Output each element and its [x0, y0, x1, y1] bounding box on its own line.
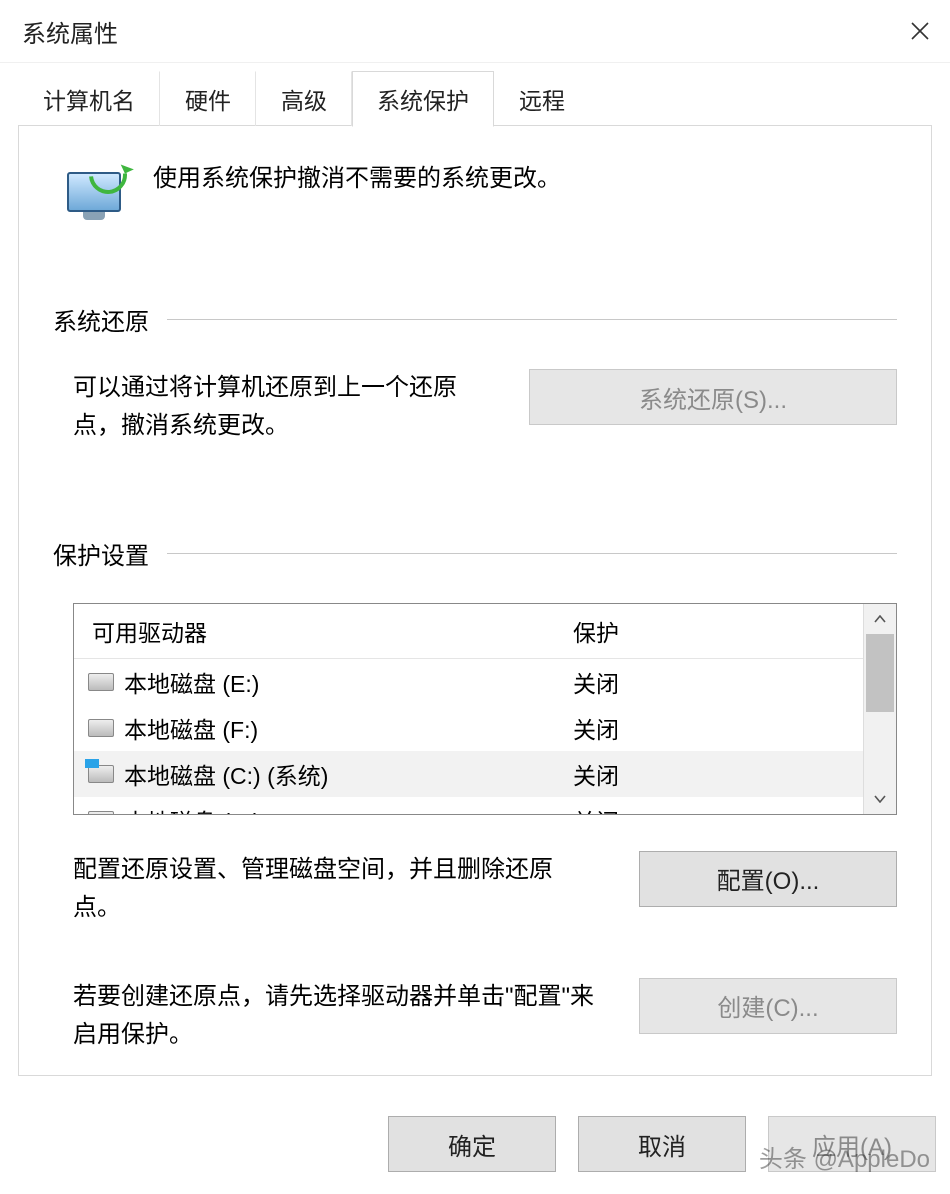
system-restore-button[interactable]: 系统还原(S)... — [529, 369, 897, 425]
dialog-footer: 确定 取消 应用(A) — [0, 1096, 950, 1194]
create-desc: 若要创建还原点，请先选择驱动器并单击"配置"来启用保护。 — [73, 978, 599, 1055]
drive-row[interactable]: 本地磁盘 (F:)关闭 — [74, 705, 863, 751]
section-rule — [167, 553, 897, 554]
drive-row[interactable]: 本地磁盘 (E:)关闭 — [74, 659, 863, 705]
scrollbar-track[interactable] — [864, 634, 896, 784]
column-drive[interactable]: 可用驱动器 — [74, 614, 573, 648]
drive-label: 本地磁盘 (D:) — [124, 803, 573, 814]
apply-button[interactable]: 应用(A) — [768, 1116, 936, 1172]
drive-protection-status: 关闭 — [573, 665, 863, 699]
scrollbar-thumb[interactable] — [866, 634, 894, 712]
tab-strip: 计算机名 硬件 高级 系统保护 远程 — [0, 76, 950, 126]
ok-button[interactable]: 确定 — [388, 1116, 556, 1172]
tab-hardware[interactable]: 硬件 — [160, 71, 256, 126]
drive-row[interactable]: 本地磁盘 (D:)关闭 — [74, 797, 863, 814]
section-title-protection: 保护设置 — [53, 536, 149, 571]
titlebar: 系统属性 — [0, 0, 950, 63]
intro-text: 使用系统保护撤消不需要的系统更改。 — [153, 156, 561, 193]
section-heading-restore: 系统还原 — [53, 302, 897, 337]
drive-icon — [88, 765, 114, 783]
scrollbar[interactable] — [863, 604, 896, 814]
tab-panel-system-protection: 使用系统保护撤消不需要的系统更改。 系统还原 可以通过将计算机还原到上一个还原点… — [18, 126, 932, 1076]
tab-remote[interactable]: 远程 — [494, 71, 589, 126]
system-restore-icon — [63, 162, 125, 222]
section-title-restore: 系统还原 — [53, 302, 149, 337]
drive-label: 本地磁盘 (F:) — [124, 711, 573, 745]
configure-desc: 配置还原设置、管理磁盘空间，并且删除还原点。 — [73, 851, 599, 928]
drive-protection-status: 关闭 — [573, 803, 863, 814]
drive-protection-status: 关闭 — [573, 757, 863, 791]
drive-icon — [88, 719, 114, 737]
section-heading-protection: 保护设置 — [53, 536, 897, 571]
tab-system-protection[interactable]: 系统保护 — [352, 71, 494, 127]
intro-row: 使用系统保护撤消不需要的系统更改。 — [53, 156, 897, 222]
configure-button[interactable]: 配置(O)... — [639, 851, 897, 907]
drive-label: 本地磁盘 (C:) (系统) — [124, 757, 573, 791]
drive-icon — [88, 673, 114, 691]
tab-computer-name[interactable]: 计算机名 — [18, 71, 160, 126]
drive-label: 本地磁盘 (E:) — [124, 665, 573, 699]
section-rule — [167, 319, 897, 320]
create-button[interactable]: 创建(C)... — [639, 978, 897, 1034]
drive-list: 可用驱动器 保护 本地磁盘 (E:)关闭本地磁盘 (F:)关闭本地磁盘 (C:)… — [73, 603, 897, 815]
window-title: 系统属性 — [22, 14, 118, 49]
drive-list-header: 可用驱动器 保护 — [74, 604, 863, 659]
restore-desc: 可以通过将计算机还原到上一个还原点，撤消系统更改。 — [73, 369, 489, 446]
cancel-button[interactable]: 取消 — [578, 1116, 746, 1172]
drive-protection-status: 关闭 — [573, 711, 863, 745]
scroll-up-icon[interactable] — [864, 604, 896, 634]
drive-row[interactable]: 本地磁盘 (C:) (系统)关闭 — [74, 751, 863, 797]
close-icon[interactable] — [900, 11, 940, 51]
drive-icon — [88, 811, 114, 814]
scroll-down-icon[interactable] — [864, 784, 896, 814]
tab-advanced[interactable]: 高级 — [256, 71, 352, 126]
column-protection[interactable]: 保护 — [573, 614, 863, 648]
